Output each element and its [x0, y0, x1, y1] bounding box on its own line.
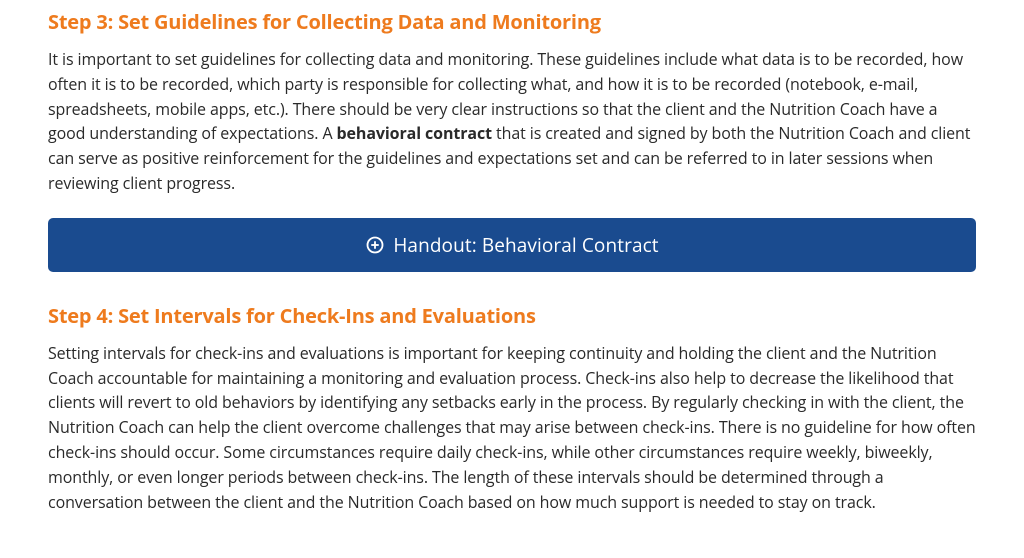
step4-body: Setting intervals for check-ins and eval…: [48, 341, 976, 515]
step3-section: Step 3: Set Guidelines for Collecting Da…: [48, 8, 976, 272]
behavioral-contract-phrase: behavioral contract: [337, 122, 492, 144]
step4-section: Step 4: Set Intervals for Check-Ins and …: [48, 302, 976, 515]
handout-button[interactable]: Handout: Behavioral Contract: [48, 218, 976, 272]
handout-label: Handout: Behavioral Contract: [393, 232, 658, 258]
step4-heading: Step 4: Set Intervals for Check-Ins and …: [48, 302, 976, 329]
step3-body: It is important to set guidelines for co…: [48, 47, 976, 196]
plus-circle-icon: [365, 235, 385, 255]
step3-heading: Step 3: Set Guidelines for Collecting Da…: [48, 8, 976, 35]
